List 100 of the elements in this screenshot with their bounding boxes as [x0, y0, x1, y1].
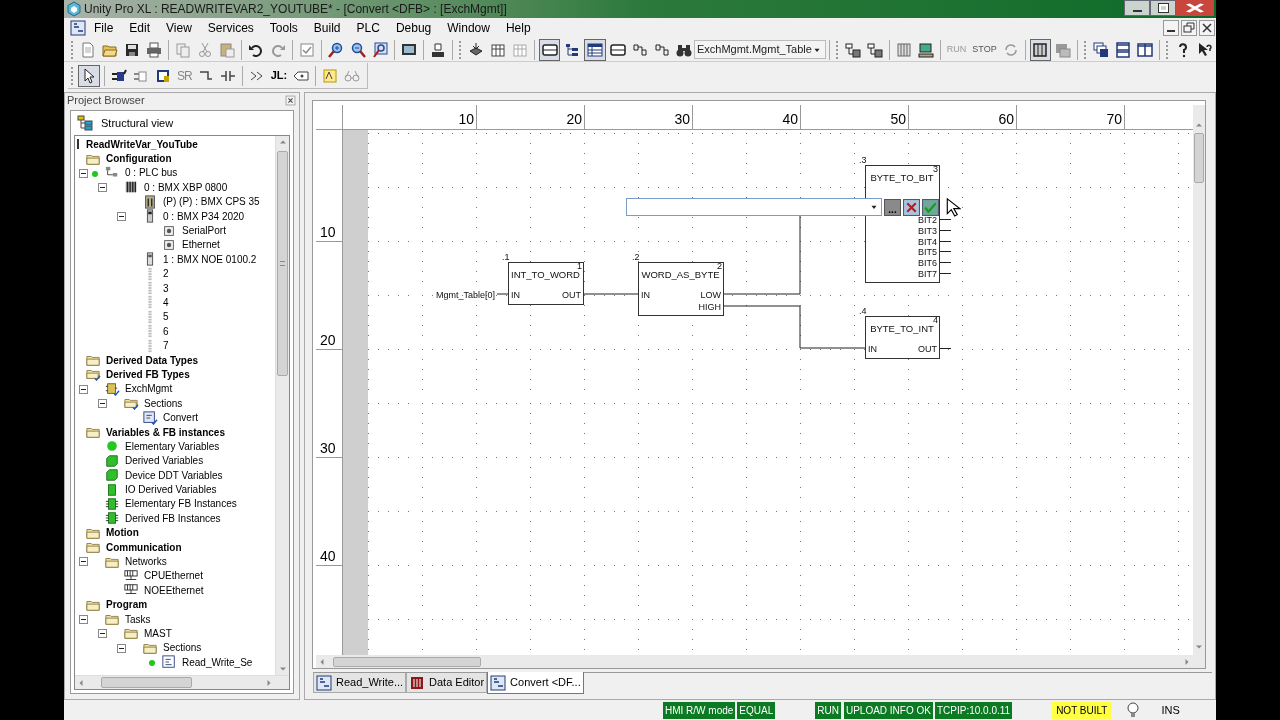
tree-item[interactable]: 0 : PLC bus: [125, 165, 178, 181]
tree-item[interactable]: Elementary FB Instances: [125, 496, 237, 512]
connect-icon[interactable]: [844, 41, 861, 58]
minimize-button[interactable]: [1124, 0, 1150, 16]
select-tool-button[interactable]: [78, 64, 100, 87]
scrollbar[interactable]: [316, 655, 1193, 668]
checkbox-icon[interactable]: [298, 41, 315, 58]
table-view-button[interactable]: [584, 38, 606, 61]
tree-item[interactable]: Motion: [106, 525, 139, 541]
tree-item[interactable]: CPUEthernet: [144, 568, 203, 584]
tree-item[interactable]: Sections: [144, 395, 183, 411]
monitor-icon[interactable]: [400, 41, 417, 58]
menu-item[interactable]: Services: [205, 19, 256, 37]
structure-icon[interactable]: [77, 115, 93, 131]
pointer-help-icon[interactable]: [1197, 41, 1214, 58]
link-icon[interactable]: [653, 41, 670, 58]
tree-item[interactable]: ReadWriteVar_YouTube: [86, 136, 198, 152]
connect-icon[interactable]: [866, 41, 883, 58]
close-icon[interactable]: [285, 95, 296, 106]
tree-item[interactable]: 3: [163, 280, 169, 296]
collapse-icon[interactable]: [98, 399, 107, 409]
scrollbar[interactable]: [275, 136, 289, 675]
document-tab[interactable]: Convert <DF...: [487, 672, 584, 695]
cabinet-icon[interactable]: [1055, 41, 1072, 58]
tree-item[interactable]: Derived FB Types: [106, 366, 190, 382]
document-minimize-icon[interactable]: [1163, 20, 1179, 36]
variable-input-field[interactable]: [626, 198, 882, 216]
scrollbar[interactable]: [75, 675, 289, 689]
find-combo-box[interactable]: ExchMgmt.Mgmt_Table: [693, 40, 826, 59]
scroll-thumb[interactable]: [1194, 133, 1204, 183]
cascade-icon[interactable]: [1093, 41, 1110, 58]
link-icon[interactable]: [631, 41, 648, 58]
menu-item[interactable]: Build: [311, 19, 343, 37]
tree-item[interactable]: Device DDT Variables: [125, 467, 223, 483]
scrollbar[interactable]: [1193, 105, 1205, 655]
collapse-icon[interactable]: [79, 168, 88, 178]
save-icon[interactable]: [124, 41, 140, 58]
tree-item[interactable]: IO Derived Variables: [125, 482, 217, 498]
document-tab[interactable]: Data Editor: [406, 673, 488, 694]
zoom-fit-icon[interactable]: [371, 41, 388, 58]
tree-item[interactable]: Program: [106, 597, 148, 613]
tree-item[interactable]: 0 : BMX XBP 0800: [144, 179, 228, 195]
tree-item[interactable]: Sections: [163, 640, 202, 656]
split-icon[interactable]: [1115, 41, 1132, 58]
tree-item[interactable]: SerialPort: [182, 223, 226, 239]
close-icon[interactable]: [1176, 0, 1214, 16]
function-block[interactable]: [638, 262, 724, 316]
tree-item[interactable]: 4: [163, 295, 169, 310]
menu-item[interactable]: Window: [445, 19, 492, 37]
download-icon[interactable]: [467, 41, 484, 58]
plc-button[interactable]: [1029, 38, 1052, 61]
zoom-in-icon[interactable]: [327, 41, 344, 58]
tree-item[interactable]: Tasks: [125, 611, 151, 627]
tree-item[interactable]: 1 : BMX NOE 0100.2: [163, 251, 257, 267]
transfer-icon[interactable]: [429, 41, 446, 58]
block-icon[interactable]: [155, 67, 171, 84]
tree-item[interactable]: 2: [163, 266, 169, 282]
tree-item[interactable]: Variables & FB instances: [106, 424, 225, 440]
tree-icon[interactable]: [564, 41, 581, 58]
collapse-icon[interactable]: [117, 643, 126, 653]
tree-item[interactable]: 7: [163, 338, 169, 354]
panel-icon[interactable]: [609, 41, 626, 58]
tree-item[interactable]: Communication: [106, 539, 182, 555]
document-icon[interactable]: [70, 20, 86, 36]
function-block-icon[interactable]: [111, 67, 127, 84]
menu-item[interactable]: View: [164, 19, 194, 37]
scroll-thumb[interactable]: [101, 677, 192, 688]
cancel-icon[interactable]: [903, 198, 920, 216]
document-close-icon[interactable]: [1199, 20, 1215, 36]
collapse-icon[interactable]: [117, 211, 126, 221]
tree-item[interactable]: NOEEthernet: [144, 582, 204, 598]
jump-label-tool[interactable]: JL:: [270, 67, 288, 84]
menu-item[interactable]: Debug: [393, 19, 434, 37]
computer-icon[interactable]: [917, 41, 934, 58]
tree-item[interactable]: Derived Data Types: [106, 352, 199, 368]
document-restore-icon[interactable]: [1181, 20, 1197, 36]
menu-item[interactable]: Help: [503, 19, 533, 37]
tree-item[interactable]: Derived Variables: [125, 453, 204, 469]
tree-item[interactable]: Elementary Variables: [125, 438, 220, 454]
view-label[interactable]: Structural view: [101, 114, 174, 132]
tree-item[interactable]: Derived FB Instances: [125, 510, 221, 526]
view-button[interactable]: [538, 38, 561, 61]
stop-button[interactable]: STOP: [972, 45, 997, 54]
menu-item[interactable]: File: [92, 19, 116, 37]
tree-item[interactable]: 6: [163, 323, 169, 339]
function-block[interactable]: [865, 316, 940, 359]
collapse-icon[interactable]: [79, 614, 88, 624]
tree-item[interactable]: ExchMgmt: [125, 381, 173, 397]
document-tab[interactable]: Read_Write...: [313, 673, 407, 694]
tree-item[interactable]: Networks: [125, 554, 167, 570]
tree-item[interactable]: Ethernet: [182, 237, 220, 253]
tree-item[interactable]: 0 : BMX P34 2020: [163, 208, 245, 224]
function-block[interactable]: [508, 262, 584, 305]
collapse-icon[interactable]: [79, 557, 88, 567]
collapse-icon[interactable]: [98, 629, 107, 639]
comment-icon[interactable]: [322, 67, 339, 84]
tree-item[interactable]: Convert: [163, 410, 198, 426]
scroll-thumb[interactable]: [333, 656, 481, 667]
confirm-icon[interactable]: [922, 198, 939, 216]
tree-item[interactable]: Configuration: [106, 151, 172, 167]
